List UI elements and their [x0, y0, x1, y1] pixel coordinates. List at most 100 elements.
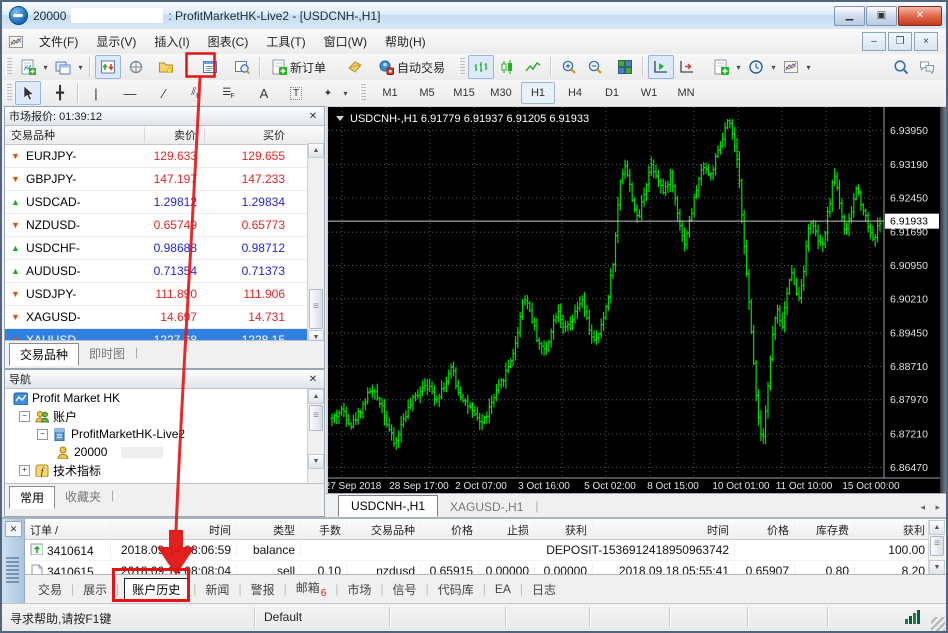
history-column-2[interactable]: 类型: [237, 522, 301, 538]
window-minimize-button[interactable]: ▁: [834, 6, 865, 26]
resize-grip[interactable]: [931, 617, 945, 631]
window-maximize-button[interactable]: ▣: [866, 6, 897, 26]
chart-close-button[interactable]: ×: [914, 32, 938, 51]
toolbar-grip[interactable]: [459, 58, 465, 76]
close-icon[interactable]: ✕: [306, 374, 320, 385]
strategy-tester-button[interactable]: [229, 55, 255, 79]
timeframe-m30[interactable]: M30: [484, 82, 518, 104]
market-watch-row-gbpjpy[interactable]: ▼GBPJPY-147.197147.233: [5, 168, 324, 191]
new-chart-button[interactable]: [15, 55, 41, 79]
tab-symbols[interactable]: 交易品种: [9, 343, 79, 366]
tree-item-server[interactable]: − ProfitMarketHK-Live2: [5, 425, 324, 443]
menu-item-5[interactable]: 窗口(W): [315, 30, 376, 53]
menu-item-6[interactable]: 帮助(H): [376, 30, 435, 53]
collapse-icon[interactable]: −: [37, 429, 48, 440]
chart-canvas[interactable]: 6.939506.931906.924506.916906.909506.902…: [328, 107, 940, 493]
chart-shift-button[interactable]: [674, 55, 700, 79]
metaeditor-button[interactable]: [342, 55, 368, 79]
close-icon[interactable]: ✕: [306, 111, 320, 122]
line-chart-button[interactable]: [520, 55, 546, 79]
terminal-tab-10[interactable]: 日志: [525, 579, 563, 600]
column-bid[interactable]: 卖价: [145, 127, 205, 143]
terminal-tab-3[interactable]: 新闻: [198, 579, 236, 600]
market-watch-row-usdchf[interactable]: ▲USDCHF-0.986880.98712: [5, 237, 324, 260]
history-column-9[interactable]: 价格: [735, 522, 795, 538]
profiles-dropdown[interactable]: ▾: [76, 56, 85, 78]
label-tool-button[interactable]: T: [283, 81, 309, 105]
profiles-button[interactable]: [50, 55, 76, 79]
periods-button[interactable]: [743, 55, 769, 79]
tab-favorites[interactable]: 收藏夹: [55, 486, 111, 507]
chart-restore-button[interactable]: ❐: [888, 32, 912, 51]
chart-tab-xagusd[interactable]: XAGUSD-,H1: [438, 497, 535, 517]
tree-item-platform[interactable]: Profit Market HK: [5, 389, 324, 407]
scroll-up-icon[interactable]: ▲: [308, 143, 324, 158]
tree-item-account[interactable]: 20000: [5, 443, 324, 461]
zoom-out-button[interactable]: [582, 55, 608, 79]
new-order-button[interactable]: 新订单: [265, 55, 332, 79]
tile-windows-button[interactable]: [612, 55, 638, 79]
timeframe-d1[interactable]: D1: [595, 82, 629, 104]
terminal-tab-7[interactable]: 信号: [386, 579, 424, 600]
market-watch-scrollbar[interactable]: ▲ ▼: [307, 143, 324, 345]
toolbar-grip[interactable]: [360, 84, 366, 102]
timeframe-m1[interactable]: M1: [373, 82, 407, 104]
window-close-button[interactable]: ✕: [898, 6, 942, 26]
terminal-grip[interactable]: [6, 557, 19, 583]
terminal-tab-6[interactable]: 市场: [340, 579, 378, 600]
chat-button[interactable]: [914, 55, 940, 79]
timeframe-m5[interactable]: M5: [410, 82, 444, 104]
column-symbol[interactable]: 交易品种: [5, 127, 145, 143]
menu-item-0[interactable]: 文件(F): [30, 30, 87, 53]
tab-tick-chart[interactable]: 即时图: [79, 343, 135, 364]
terminal-close-icon[interactable]: ✕: [5, 521, 22, 537]
market-watch-row-usdjpy[interactable]: ▼USDJPY-111.890111.906: [5, 283, 324, 306]
data-window-button[interactable]: [123, 55, 149, 79]
menu-item-4[interactable]: 工具(T): [257, 30, 314, 53]
crosshair-tool-button[interactable]: ╋: [47, 81, 73, 105]
arrows-tool-button[interactable]: ✦: [315, 81, 341, 105]
market-watch-row-usdcad[interactable]: ▲USDCAD-1.298121.29834: [5, 191, 324, 214]
tree-item-accounts[interactable]: − 账户: [5, 407, 324, 425]
history-row-3410615[interactable]: 34106152018.09.14 08:08:04sell0.10nzdusd…: [25, 561, 929, 574]
navigator-scrollbar[interactable]: ▲ ▼: [307, 389, 324, 483]
toolbar-grip[interactable]: [6, 84, 12, 102]
column-ask[interactable]: 买价: [205, 127, 293, 143]
templates-dropdown[interactable]: ▾: [804, 56, 813, 78]
history-column-5[interactable]: 价格: [421, 522, 479, 538]
collapse-icon[interactable]: −: [19, 411, 30, 422]
scroll-down-icon[interactable]: ▼: [929, 560, 945, 575]
history-column-11[interactable]: 获利: [855, 522, 929, 538]
history-column-4[interactable]: 交易品种: [347, 522, 421, 538]
horizontal-line-tool-button[interactable]: —: [117, 81, 143, 105]
price-chart[interactable]: 6.939506.931906.924506.916906.909506.902…: [328, 107, 940, 493]
terminal-tab-0[interactable]: 交易: [31, 579, 69, 600]
cursor-tool-button[interactable]: [15, 81, 41, 105]
terminal-tab-4[interactable]: 警报: [244, 579, 282, 600]
history-column-6[interactable]: 止损: [479, 522, 535, 538]
autotrading-button[interactable]: 自动交易: [372, 55, 451, 79]
tree-item-indicators[interactable]: + 技术指标: [5, 461, 324, 479]
terminal-scrollbar[interactable]: ▲ ▼: [928, 520, 945, 576]
chart-window-icon[interactable]: [8, 34, 24, 50]
market-watch-header[interactable]: 市场报价: 01:39:12 ✕: [5, 107, 324, 126]
history-column-8[interactable]: 时间: [593, 522, 735, 538]
scroll-up-icon[interactable]: ▲: [929, 520, 945, 535]
trendline-tool-button[interactable]: ∕: [151, 81, 177, 105]
templates-button[interactable]: [778, 55, 804, 79]
timeframe-mn[interactable]: MN: [669, 82, 703, 104]
history-column-7[interactable]: 获利: [535, 522, 593, 538]
timeframe-h4[interactable]: H4: [558, 82, 592, 104]
fibonacci-tool-button[interactable]: ☰F: [215, 81, 241, 105]
navigator-button[interactable]: [153, 55, 179, 79]
market-watch-button[interactable]: [95, 55, 121, 79]
market-watch-row-audusd[interactable]: ▲AUDUSD-0.713540.71373: [5, 260, 324, 283]
market-watch-row-nzdusd[interactable]: ▼NZDUSD-0.657490.65773: [5, 214, 324, 237]
market-watch-row-eurjpy[interactable]: ▼EURJPY-129.633129.655: [5, 145, 324, 168]
indicators-dropdown[interactable]: ▾: [734, 56, 743, 78]
scroll-down-icon[interactable]: ▼: [308, 454, 324, 469]
scroll-thumb[interactable]: [309, 289, 323, 329]
new-chart-dropdown[interactable]: ▾: [41, 56, 50, 78]
indicators-button[interactable]: [708, 55, 734, 79]
timeframe-h1[interactable]: H1: [521, 82, 555, 104]
